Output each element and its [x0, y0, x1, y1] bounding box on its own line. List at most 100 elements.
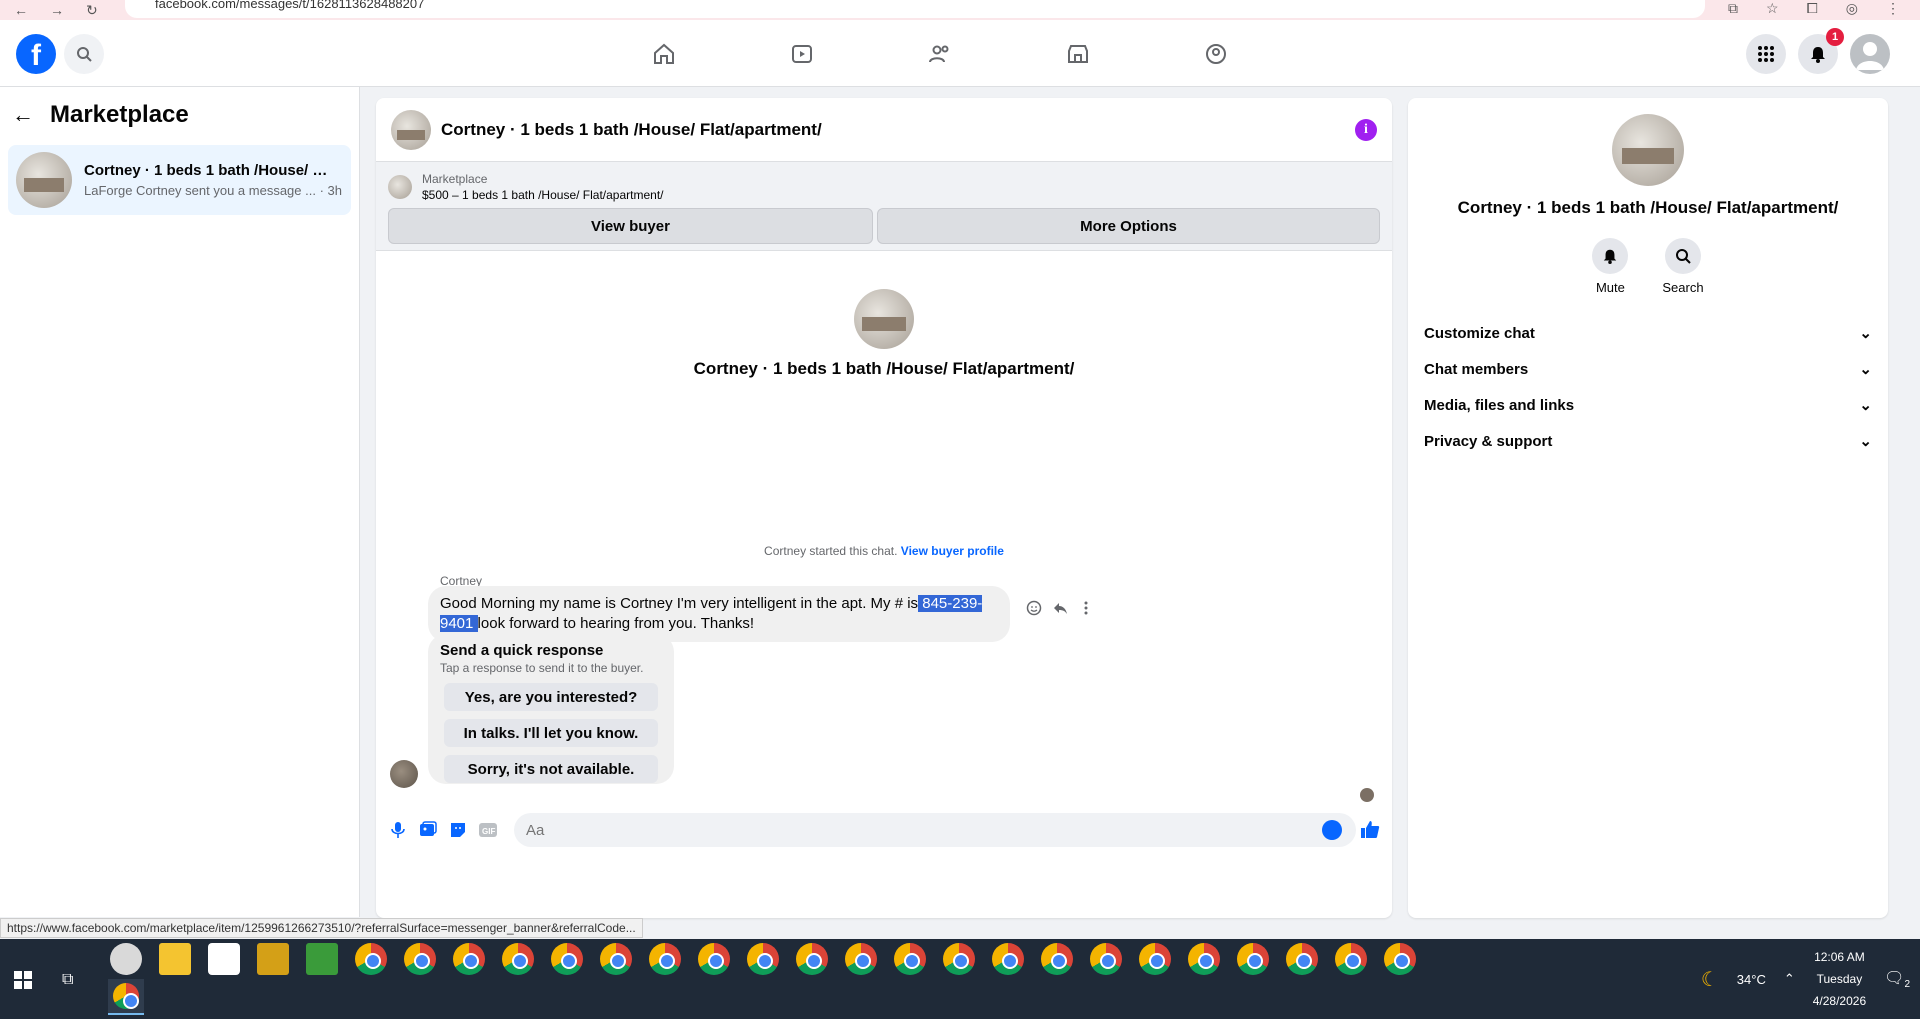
friends-icon[interactable]	[916, 30, 964, 78]
chrome-icon[interactable]	[404, 943, 436, 975]
emoji-icon[interactable]	[1322, 820, 1342, 840]
menu-grid-button[interactable]	[1746, 34, 1786, 74]
sender-avatar[interactable]	[390, 760, 418, 788]
bookmark-star-icon[interactable]: ☆	[1766, 0, 1779, 17]
react-emoji-icon[interactable]	[1026, 600, 1042, 616]
app-icon[interactable]	[257, 943, 289, 975]
home-icon[interactable]	[640, 30, 688, 78]
address-bar[interactable]: facebook.com/messages/t/1628113628488207	[125, 0, 1705, 18]
marketplace-icon[interactable]	[1054, 30, 1102, 78]
message-actions	[1026, 600, 1094, 616]
chrome-icon[interactable]	[747, 943, 779, 975]
search-in-chat-button[interactable]: Search	[1662, 238, 1704, 295]
windows-taskbar: ⧉ ☾ 34°C ⌃ 12:06 AM Tuesday 4/28/2026 🗨2	[0, 939, 1920, 1019]
listing-thumbnail	[16, 152, 72, 208]
conversation-preview: LaForge Cortney sent you a message ... ·…	[84, 183, 342, 198]
chrome-icon[interactable]	[355, 943, 387, 975]
chrome-icon[interactable]	[1090, 943, 1122, 975]
menu-icon[interactable]: ⋮	[1886, 0, 1900, 17]
info-icon[interactable]: i	[1355, 118, 1377, 141]
details-title: Cortney · 1 beds 1 bath /House/ Flat/apa…	[1457, 198, 1839, 217]
chrome-icon[interactable]	[1286, 943, 1318, 975]
weather-temperature[interactable]: 34°C	[1737, 972, 1766, 987]
mute-button[interactable]: Mute	[1592, 238, 1629, 295]
active-chrome-window[interactable]	[108, 979, 144, 1015]
conversation-item[interactable]: Cortney · 1 beds 1 bath /House/ Fl... La…	[8, 145, 351, 215]
weather-moon-icon[interactable]: ☾	[1701, 967, 1719, 992]
gif-icon[interactable]: GIF	[478, 820, 498, 840]
app-icon[interactable]	[110, 943, 142, 975]
banner-listing[interactable]: $500 – 1 beds 1 bath /House/ Flat/apartm…	[422, 188, 664, 202]
chrome-icon[interactable]	[453, 943, 485, 975]
chrome-icon[interactable]	[551, 943, 583, 975]
account-avatar[interactable]	[1850, 34, 1890, 74]
task-view-icon[interactable]: ⧉	[62, 971, 73, 989]
chrome-icon[interactable]	[1335, 943, 1367, 975]
file-explorer-icon[interactable]	[159, 943, 191, 975]
message-input[interactable]	[514, 813, 1356, 847]
chrome-icon[interactable]	[1041, 943, 1073, 975]
system-tray: ☾ 34°C ⌃ 12:06 AM Tuesday 4/28/2026 🗨2	[1701, 939, 1910, 1019]
details-avatar	[1612, 114, 1684, 186]
capcut-icon[interactable]	[208, 943, 240, 975]
quick-response-option[interactable]: In talks. I'll let you know.	[444, 719, 658, 747]
chrome-icon[interactable]	[1139, 943, 1171, 975]
back-icon[interactable]: ←	[14, 2, 28, 19]
chrome-icon[interactable]	[845, 943, 877, 975]
notification-center-icon[interactable]: 🗨2	[1884, 968, 1910, 990]
chrome-icon[interactable]	[649, 943, 681, 975]
section-media-files-links[interactable]: Media, files and links ⌄	[1408, 387, 1888, 423]
chrome-icon[interactable]	[502, 943, 534, 975]
profile-icon[interactable]: ◎	[1846, 0, 1858, 17]
sticker-icon[interactable]	[448, 820, 468, 840]
clock-date: 4/28/2026	[1812, 994, 1867, 1008]
chrome-icon[interactable]	[600, 943, 632, 975]
message-text-end: look forward to hearing from you. Thanks…	[477, 615, 755, 632]
forward-icon[interactable]: →	[50, 2, 64, 19]
chrome-icon[interactable]	[1188, 943, 1220, 975]
more-vertical-icon[interactable]	[1078, 600, 1094, 616]
install-icon[interactable]: ⧉	[1728, 0, 1738, 17]
chrome-icon[interactable]	[698, 943, 730, 975]
reply-icon[interactable]	[1052, 600, 1068, 616]
chrome-icon[interactable]	[943, 943, 975, 975]
chevron-down-icon: ⌄	[1859, 433, 1872, 450]
quick-response-subtitle: Tap a response to send it to the buyer.	[440, 661, 644, 675]
chat-started-notice: Cortney started this chat. View buyer pr…	[376, 544, 1392, 558]
extensions-icon[interactable]: ⧠	[1807, 0, 1818, 17]
quick-response-option[interactable]: Sorry, it's not available.	[444, 755, 658, 783]
gaming-icon[interactable]	[1192, 30, 1240, 78]
intro-title: Cortney · 1 beds 1 bath /House/ Flat/apa…	[693, 359, 1075, 378]
intro-avatar	[854, 289, 914, 349]
clock[interactable]: 12:06 AM Tuesday 4/28/2026	[1813, 946, 1866, 1012]
section-chat-members[interactable]: Chat members ⌄	[1408, 351, 1888, 387]
thumbs-up-icon[interactable]	[1360, 820, 1380, 840]
reload-icon[interactable]: ↻	[86, 2, 98, 19]
quick-response-option[interactable]: Yes, are you interested?	[444, 683, 658, 711]
view-buyer-button[interactable]: View buyer	[388, 208, 874, 244]
message-text: Good Morning my name is Cortney I'm very…	[440, 595, 919, 612]
windows-start-icon[interactable]	[14, 971, 32, 989]
conversation-sidebar: ← Marketplace Cortney · 1 beds 1 bath /H…	[0, 87, 360, 917]
chat-avatar[interactable]	[391, 109, 431, 150]
photo-icon[interactable]	[418, 820, 438, 840]
more-options-button[interactable]: More Options	[877, 208, 1380, 244]
chat-title[interactable]: Cortney · 1 beds 1 bath /House/ Flat/apa…	[441, 120, 1345, 140]
notifications-button[interactable]: 1	[1798, 28, 1844, 74]
chrome-icon[interactable]	[1237, 943, 1269, 975]
section-customize-chat[interactable]: Customize chat ⌄	[1408, 315, 1888, 351]
chrome-icon[interactable]	[1384, 943, 1416, 975]
facebook-top-nav: f 1	[0, 20, 1920, 87]
section-privacy-support[interactable]: Privacy & support ⌄	[1408, 423, 1888, 459]
notepad-icon[interactable]	[306, 943, 338, 975]
search-button[interactable]	[64, 34, 104, 74]
view-buyer-profile-link[interactable]: View buyer profile	[901, 544, 1004, 558]
chrome-icon[interactable]	[796, 943, 828, 975]
microphone-icon[interactable]	[388, 820, 408, 840]
chrome-icon[interactable]	[992, 943, 1024, 975]
tray-chevron-up-icon[interactable]: ⌃	[1784, 971, 1795, 987]
back-arrow-icon[interactable]: ←	[12, 102, 34, 128]
facebook-logo-icon[interactable]: f	[16, 34, 56, 74]
chrome-icon[interactable]	[894, 943, 926, 975]
video-icon[interactable]	[778, 30, 826, 78]
